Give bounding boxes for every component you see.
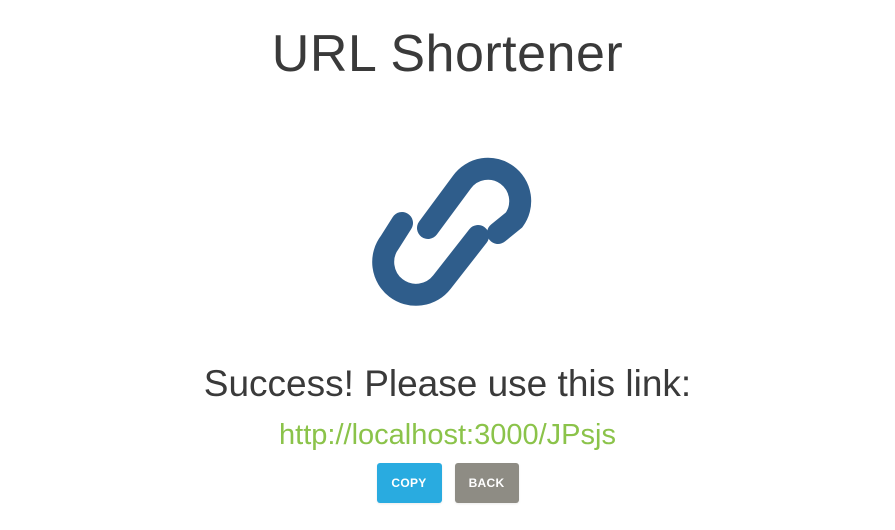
link-icon — [370, 148, 532, 310]
short-url-link[interactable]: http://localhost:3000/JPsjs — [0, 416, 895, 454]
page-title: URL Shortener — [271, 25, 624, 83]
back-button[interactable]: BACK — [454, 463, 519, 503]
copy-button[interactable]: COPY — [376, 463, 442, 503]
success-message: Success! Please use this link: — [203, 363, 692, 404]
action-buttons: COPY BACK — [0, 463, 895, 503]
page: URL Shortener Success! Please use this l… — [0, 0, 895, 530]
